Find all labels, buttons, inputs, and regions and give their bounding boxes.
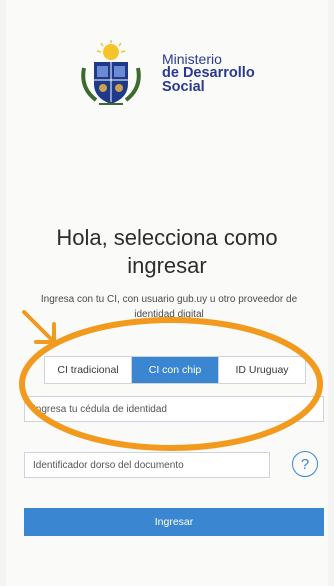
ministry-name: Ministerio de Desarrollo Social: [162, 52, 255, 94]
cedula-input[interactable]: [25, 397, 323, 421]
cedula-field: [24, 396, 324, 422]
document-id-input[interactable]: [25, 453, 269, 477]
submit-button[interactable]: Ingresar: [24, 508, 324, 536]
help-icon[interactable]: ?: [292, 451, 318, 477]
header: Ministerio de Desarrollo Social: [74, 38, 304, 110]
tab-ci-tradicional[interactable]: CI tradicional: [45, 357, 132, 383]
ministry-name-line1: Ministerio: [162, 51, 222, 67]
ministry-name-line2: de Desarrollo: [162, 65, 255, 81]
login-method-tabs: CI tradicional CI con chip ID Uruguay: [44, 356, 306, 384]
coat-of-arms-icon: [81, 40, 141, 105]
annotation-arrow-icon: [22, 310, 56, 344]
ministry-name-line3: Social: [162, 79, 205, 95]
page-title-line2: ingresar: [127, 253, 207, 278]
page-subtitle: Ingresa con tu CI, con usuario gub.uy u …: [40, 294, 298, 320]
document-id-field: [24, 452, 270, 478]
tab-ci-con-chip[interactable]: CI con chip: [132, 357, 219, 383]
tab-id-uruguay[interactable]: ID Uruguay: [219, 357, 305, 383]
page-title: Hola, selecciona como ingresar: [0, 224, 334, 280]
page-title-line1: Hola, selecciona como: [56, 225, 278, 250]
